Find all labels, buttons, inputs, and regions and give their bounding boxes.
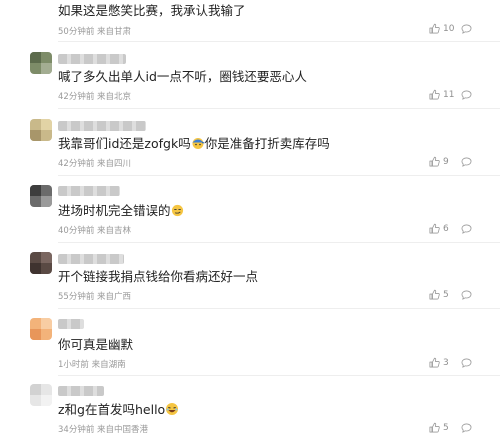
avatar[interactable] <box>30 185 52 207</box>
thumbs-up-icon <box>429 223 440 234</box>
like-button[interactable]: 9 <box>429 156 449 167</box>
thumbs-up-icon <box>429 357 440 368</box>
divider <box>58 375 500 376</box>
comment-text: 进场时机完全错误的 <box>58 203 184 221</box>
divider <box>58 108 500 109</box>
divider <box>58 41 500 42</box>
reply-button[interactable] <box>461 290 472 300</box>
like-count: 3 <box>443 357 449 368</box>
comment-meta: 40分钟前 来自吉林 <box>58 226 132 236</box>
comment-meta: 50分钟前 来自甘肃 <box>58 27 132 37</box>
like-count: 5 <box>443 289 449 300</box>
reply-button[interactable] <box>461 157 472 167</box>
comment-text: z和g在首发吗hello <box>58 402 179 420</box>
comment-text: 开个链接我捐点钱给你看病还好一点 <box>58 269 259 284</box>
comment-text: 你可真是幽默 <box>58 337 134 352</box>
avatar[interactable] <box>30 252 52 274</box>
like-count: 6 <box>443 223 449 234</box>
reply-button[interactable] <box>461 24 472 34</box>
comment-text: 如果这是憋笑比赛，我承认我输了 <box>58 3 246 18</box>
divider <box>58 175 500 176</box>
like-count: 10 <box>443 23 455 34</box>
user-name[interactable] <box>58 186 120 196</box>
comment-bubble-icon <box>461 224 472 234</box>
user-name[interactable] <box>58 319 84 329</box>
divider <box>58 242 500 243</box>
reply-button[interactable] <box>461 224 472 234</box>
thumbs-up-icon <box>429 23 440 34</box>
avatar[interactable] <box>30 119 52 141</box>
comment-bubble-icon <box>461 358 472 368</box>
like-button[interactable]: 5 <box>429 289 449 300</box>
comment-bubble-icon <box>461 24 472 34</box>
comment-text: 我靠哥们id还是zofgk吗 你是准备打折卖库存吗 <box>58 136 330 154</box>
thumbs-up-icon <box>429 89 440 100</box>
like-button[interactable]: 10 <box>429 23 454 34</box>
like-button[interactable]: 11 <box>429 89 454 100</box>
like-count: 11 <box>443 89 455 100</box>
user-name[interactable] <box>58 54 126 64</box>
comment-meta: 34分钟前 来自中国香港 <box>58 425 149 435</box>
user-name[interactable] <box>58 254 124 264</box>
comment-meta: 55分钟前 来自广西 <box>58 292 132 302</box>
sneer-emoji-icon <box>171 204 184 221</box>
thumbs-up-icon <box>429 422 440 433</box>
comment-meta: 1小时前 来自湖南 <box>58 360 126 370</box>
user-name[interactable] <box>58 386 104 396</box>
divider <box>58 308 500 309</box>
comment-bubble-icon <box>461 157 472 167</box>
thumbs-up-icon <box>429 289 440 300</box>
comment-text: 喊了多久出单人id一点不听，圈钱还要恶心人 <box>58 69 307 84</box>
comment-meta: 42分钟前 来自北京 <box>58 92 132 102</box>
comment-meta: 42分钟前 来自四川 <box>58 159 132 169</box>
user-name[interactable] <box>58 121 146 131</box>
avatar[interactable] <box>30 318 52 340</box>
like-button[interactable]: 3 <box>429 357 449 368</box>
like-count: 9 <box>443 156 449 167</box>
comment-bubble-icon <box>461 423 472 433</box>
avatar[interactable] <box>30 52 52 74</box>
like-button[interactable]: 6 <box>429 223 449 234</box>
laughing-emoji-icon <box>165 402 179 420</box>
thumbs-up-icon <box>429 156 440 167</box>
like-count: 5 <box>443 422 449 433</box>
reply-button[interactable] <box>461 423 472 433</box>
comment-bubble-icon <box>461 90 472 100</box>
cap-emoji-icon <box>191 136 205 154</box>
reply-button[interactable] <box>461 90 472 100</box>
avatar[interactable] <box>30 384 52 406</box>
reply-button[interactable] <box>461 358 472 368</box>
comment-bubble-icon <box>461 290 472 300</box>
like-button[interactable]: 5 <box>429 422 449 433</box>
